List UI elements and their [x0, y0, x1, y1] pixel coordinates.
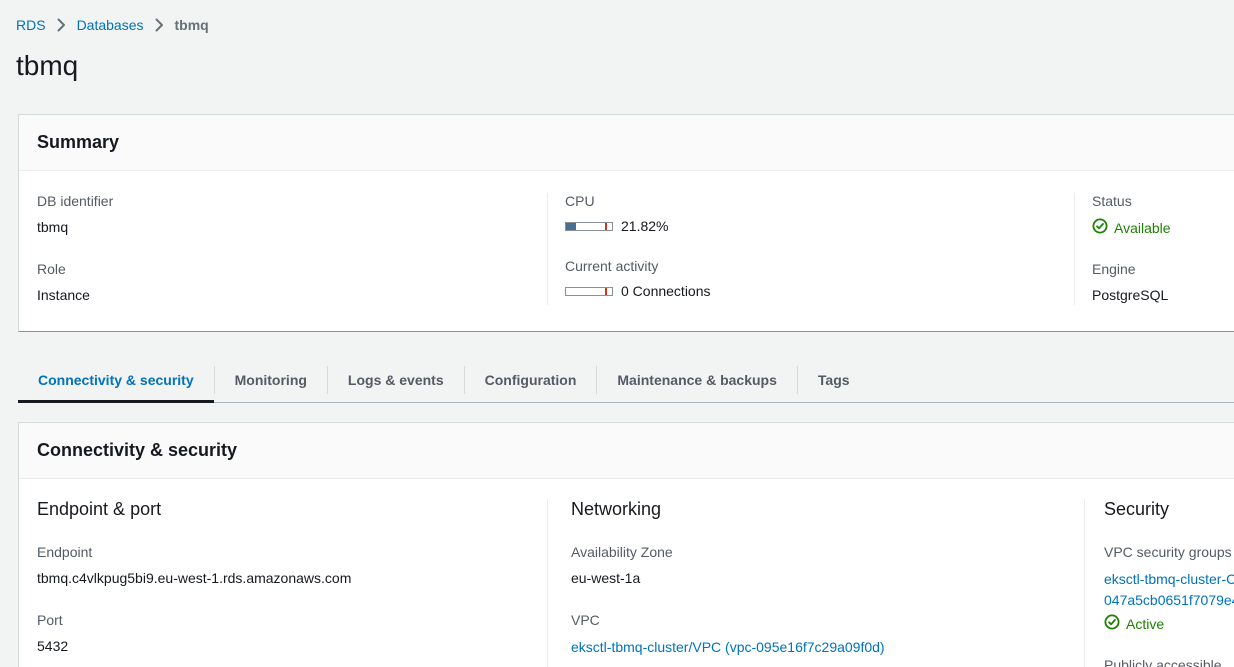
tab-connectivity-security[interactable]: Connectivity & security — [18, 357, 214, 402]
db-identifier-label: DB identifier — [37, 193, 547, 209]
endpoint-label: Endpoint — [37, 544, 547, 560]
security-group-status-value: Active — [1126, 616, 1164, 632]
vpc-label: VPC — [571, 612, 1084, 628]
current-activity-value-row: 0 Connections — [565, 283, 1074, 299]
security-heading: Security — [1104, 499, 1234, 520]
summary-heading: Summary — [37, 132, 1234, 153]
cpu-label: CPU — [565, 193, 1074, 209]
chevron-right-icon — [155, 18, 164, 32]
summary-panel-header: Summary — [19, 115, 1234, 171]
vpc-security-groups-label: VPC security groups — [1104, 544, 1234, 560]
breadcrumb-link-rds[interactable]: RDS — [16, 17, 46, 33]
tab-logs-events[interactable]: Logs & events — [328, 357, 464, 402]
endpoint-value: tbmq.c4vlkpug5bi9.eu-west-1.rds.amazonaw… — [37, 569, 547, 588]
cpu-progress-bar — [565, 222, 613, 231]
detail-tabs: Connectivity & security Monitoring Logs … — [18, 357, 1234, 403]
endpoint-port-column: Endpoint & port Endpoint tbmq.c4vlkpug5b… — [19, 499, 547, 667]
cpu-alarm-tick-icon — [605, 223, 607, 230]
connectivity-security-panel: Connectivity & security Endpoint & port … — [18, 422, 1234, 667]
engine-field: Engine PostgreSQL — [1092, 261, 1234, 305]
status-value: Available — [1114, 220, 1171, 236]
tab-tags[interactable]: Tags — [798, 357, 870, 402]
current-activity-field: Current activity 0 Connections — [565, 258, 1074, 299]
tab-configuration[interactable]: Configuration — [465, 357, 597, 402]
role-field: Role Instance — [37, 261, 547, 305]
status-label: Status — [1092, 193, 1234, 209]
endpoint-field: Endpoint tbmq.c4vlkpug5bi9.eu-west-1.rds… — [37, 544, 547, 588]
status-value-row: Available — [1092, 218, 1234, 237]
vpc-security-groups-field: VPC security groups eksctl-tbmq-cluster-… — [1104, 544, 1234, 633]
security-group-status-row: Active — [1104, 614, 1234, 633]
vpc-link[interactable]: eksctl-tbmq-cluster/VPC (vpc-095e16f7c29… — [571, 639, 885, 655]
cpu-field: CPU 21.82% — [565, 193, 1074, 234]
summary-column-status: Status Available Engine PostgreSQL — [1074, 193, 1234, 305]
cpu-value-row: 21.82% — [565, 218, 1074, 234]
current-activity-alarm-tick-icon — [605, 288, 607, 295]
cpu-progress-fill — [566, 223, 576, 230]
current-activity-progress-bar — [565, 287, 613, 296]
summary-column-identity: DB identifier tbmq Role Instance — [19, 193, 547, 305]
tab-maintenance-backups[interactable]: Maintenance & backups — [597, 357, 797, 402]
security-group-link[interactable]: 047a5cb0651f7079e4 — [1104, 592, 1234, 608]
availability-zone-field: Availability Zone eu-west-1a — [571, 544, 1084, 588]
networking-heading: Networking — [571, 499, 1084, 520]
page-title: tbmq — [16, 50, 1234, 82]
endpoint-port-heading: Endpoint & port — [37, 499, 547, 520]
status-field: Status Available — [1092, 193, 1234, 237]
db-identifier-value: tbmq — [37, 218, 547, 237]
port-label: Port — [37, 612, 547, 628]
breadcrumb: RDS Databases tbmq — [0, 0, 1234, 33]
publicly-accessible-field: Publicly accessible — [1104, 657, 1234, 667]
current-activity-label: Current activity — [565, 258, 1074, 274]
breadcrumb-link-databases[interactable]: Databases — [77, 17, 144, 33]
security-group-link[interactable]: eksctl-tbmq-cluster-Cl — [1104, 571, 1234, 587]
page: RDS Databases tbmq tbmq Summary DB ident… — [0, 0, 1234, 667]
connectivity-panel-header: Connectivity & security — [19, 423, 1234, 479]
chevron-right-icon — [57, 18, 66, 32]
db-identifier-field: DB identifier tbmq — [37, 193, 547, 237]
summary-content: DB identifier tbmq Role Instance CPU — [19, 171, 1234, 331]
networking-column: Networking Availability Zone eu-west-1a … — [547, 499, 1084, 667]
connectivity-content: Endpoint & port Endpoint tbmq.c4vlkpug5b… — [19, 479, 1234, 667]
port-value: 5432 — [37, 637, 547, 656]
engine-label: Engine — [1092, 261, 1234, 277]
current-activity-value: 0 Connections — [621, 283, 711, 299]
role-label: Role — [37, 261, 547, 277]
breadcrumb-current: tbmq — [175, 17, 209, 33]
status-available-check-icon — [1092, 218, 1108, 237]
summary-panel: Summary DB identifier tbmq Role Instance… — [18, 114, 1234, 332]
vpc-field: VPC eksctl-tbmq-cluster/VPC (vpc-095e16f… — [571, 612, 1084, 658]
publicly-accessible-label: Publicly accessible — [1104, 657, 1234, 667]
port-field: Port 5432 — [37, 612, 547, 656]
security-column: Security VPC security groups eksctl-tbmq… — [1084, 499, 1234, 667]
connectivity-heading: Connectivity & security — [37, 440, 1234, 461]
role-value: Instance — [37, 286, 547, 305]
summary-column-metrics: CPU 21.82% Current activity — [547, 193, 1074, 305]
availability-zone-label: Availability Zone — [571, 544, 1084, 560]
cpu-percent-value: 21.82% — [621, 218, 668, 234]
security-group-active-check-icon — [1104, 614, 1120, 633]
engine-value: PostgreSQL — [1092, 286, 1234, 305]
tab-monitoring[interactable]: Monitoring — [215, 357, 327, 402]
availability-zone-value: eu-west-1a — [571, 569, 1084, 588]
